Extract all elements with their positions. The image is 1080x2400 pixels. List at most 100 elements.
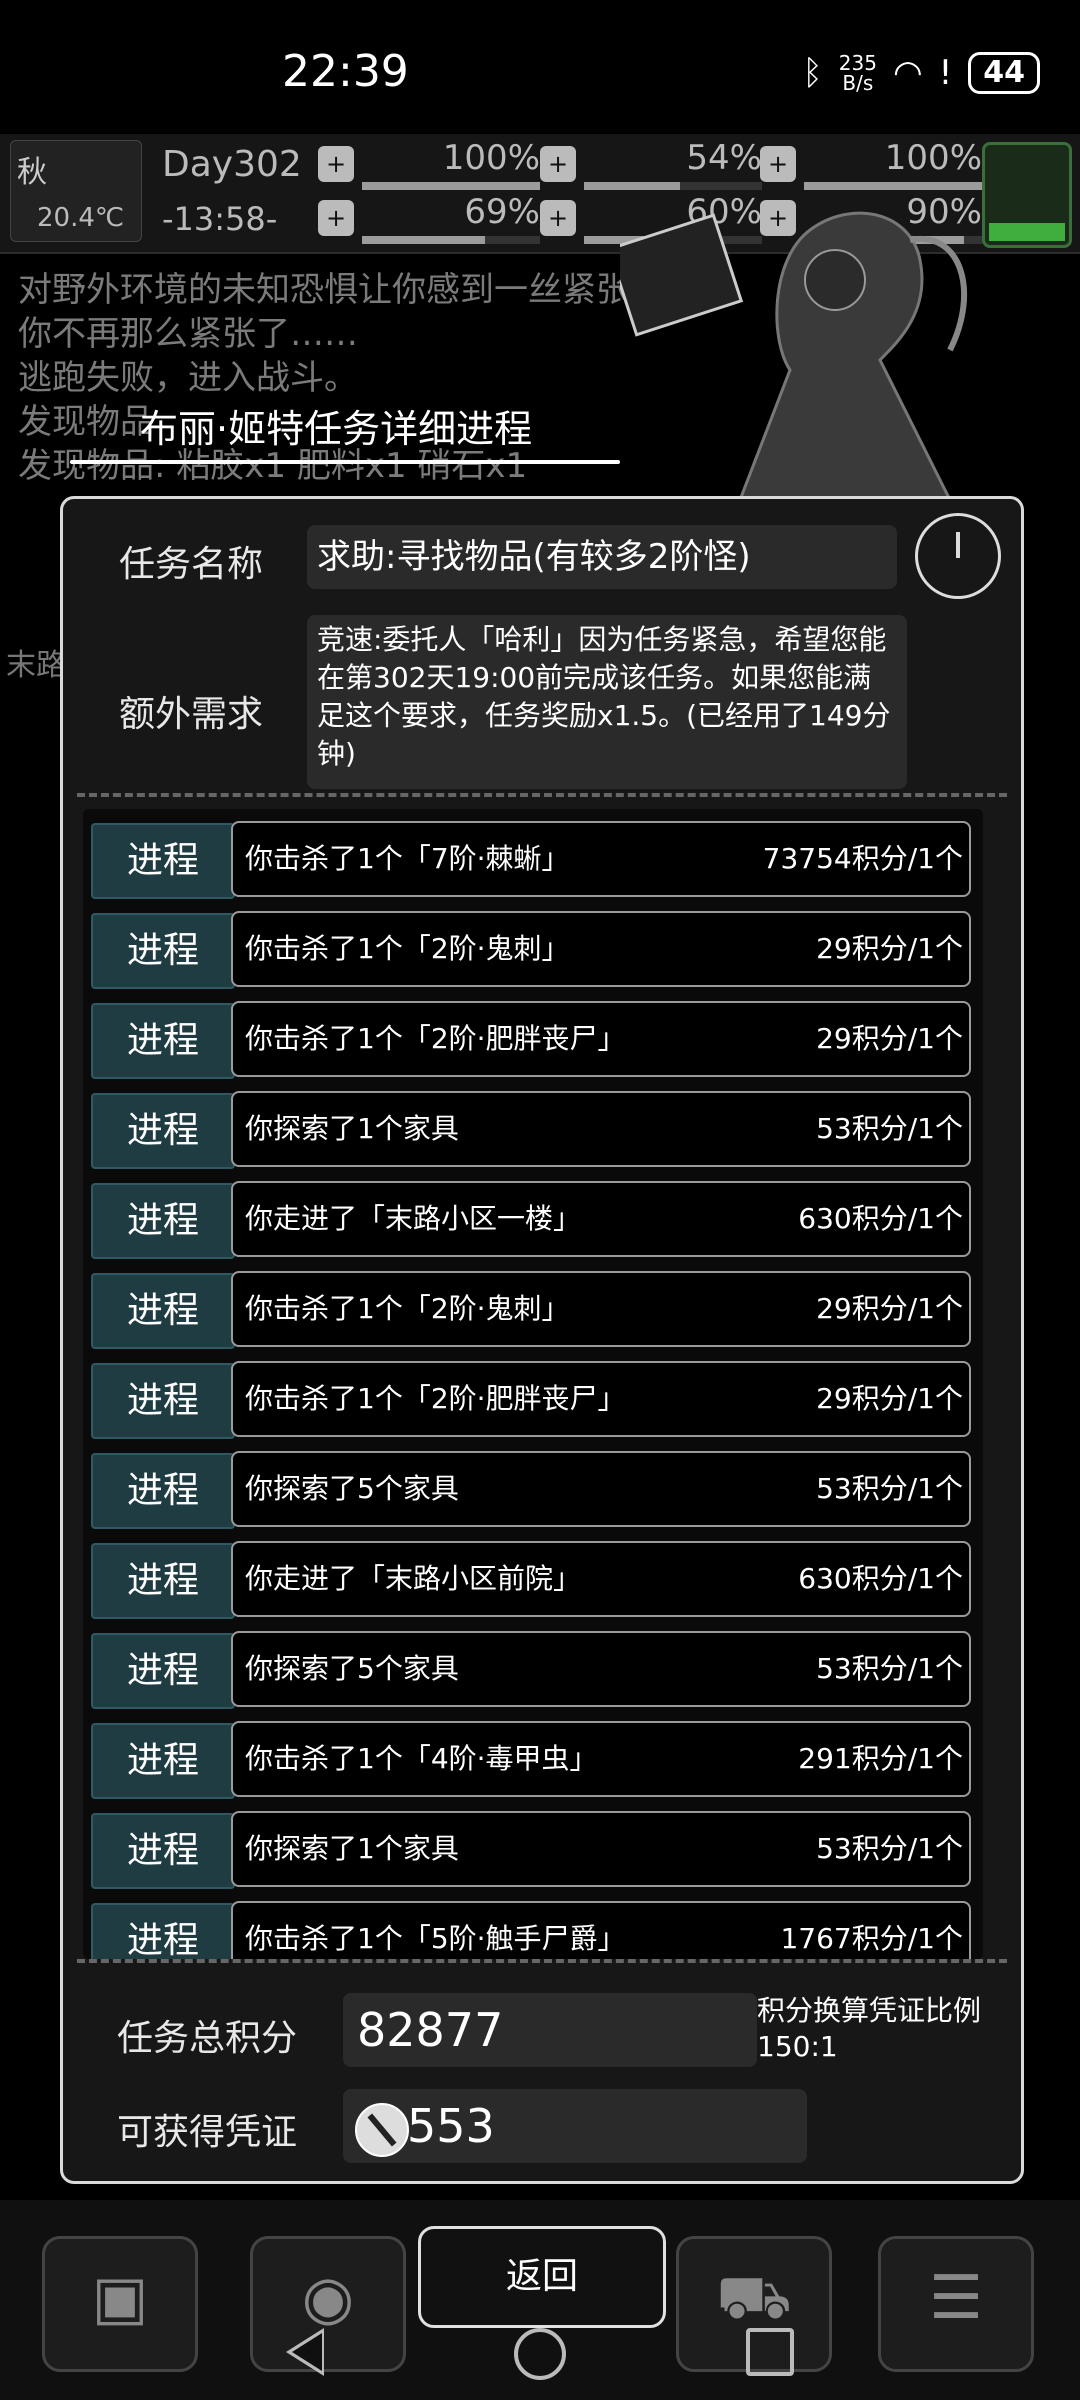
progress-tag: 进程 — [91, 1633, 235, 1709]
progress-score: 53积分/1个 — [816, 1112, 963, 1145]
progress-tag: 进程 — [91, 1453, 235, 1529]
extra-requirement-text: 竞速:委托人「哈利」因为任务紧急，希望您能在第302天19:00前完成该任务。如… — [307, 615, 907, 789]
title-decoration — [70, 460, 620, 464]
season-weather-panel[interactable]: 秋 20.4℃ — [10, 140, 142, 242]
progress-row: 进程 你击杀了1个「2阶·肥胖丧尸」 29积分/1个 — [91, 1361, 971, 1439]
quest-name-value: 求助:寻找物品(有较多2阶怪) — [307, 525, 897, 589]
conversion-ratio: 积分换算凭证比例 150:1 — [757, 1994, 982, 2063]
voucher-coin-icon — [355, 2103, 409, 2157]
leg-icon: + — [318, 200, 354, 236]
progress-entry: 你击杀了1个「2阶·肥胖丧尸」 29积分/1个 — [231, 1001, 971, 1077]
system-nav-bar — [0, 2316, 1080, 2400]
temperature-label: 20.4℃ — [37, 203, 125, 233]
progress-row: 进程 你击杀了1个「2阶·鬼刺」 29积分/1个 — [91, 911, 971, 989]
bluetooth-icon: ᛒ — [802, 53, 823, 93]
progress-row: 进程 你探索了5个家具 53积分/1个 — [91, 1451, 971, 1529]
progress-description: 你探索了5个家具 — [245, 1652, 459, 1685]
progress-score: 53积分/1个 — [816, 1472, 963, 1505]
progress-list[interactable]: 进程 你击杀了1个「7阶·棘蜥」 73754积分/1个 进程 你击杀了1个「2阶·鬼刺」… — [83, 809, 983, 1959]
progress-row: 进程 你走进了「末路小区前院」 630积分/1个 — [91, 1541, 971, 1619]
network-speed: 235 B/s — [838, 51, 877, 95]
progress-score: 630积分/1个 — [798, 1202, 963, 1235]
progress-tag: 进程 — [91, 1093, 235, 1169]
progress-description: 你击杀了1个「4阶·毒甲虫」 — [245, 1742, 598, 1775]
progress-score: 29积分/1个 — [816, 1382, 963, 1415]
water-drop-icon: + — [540, 200, 576, 236]
progress-score: 1767积分/1个 — [780, 1922, 963, 1955]
quest-detail-dialog: 任务名称 求助:寻找物品(有较多2阶怪) 额外需求 竞速:委托人「哈利」因为任务… — [60, 496, 1024, 2184]
progress-tag: 进程 — [91, 1903, 235, 1959]
progress-row: 进程 你击杀了1个「2阶·肥胖丧尸」 29积分/1个 — [91, 1001, 971, 1079]
progress-score: 53积分/1个 — [816, 1652, 963, 1685]
progress-entry: 你击杀了1个「5阶·触手尸爵」 1767积分/1个 — [231, 1901, 971, 1959]
progress-row: 进程 你击杀了1个「2阶·鬼刺」 29积分/1个 — [91, 1271, 971, 1349]
hud-stat-value: 100% — [442, 138, 540, 178]
status-time: 22:39 — [282, 46, 409, 97]
hud-stat-bar — [362, 236, 540, 244]
dialog-title: 布丽·姬特任务详细进程 — [140, 407, 533, 451]
progress-entry: 你探索了1个家具 53积分/1个 — [231, 1811, 971, 1887]
dialog-title-bar: 布丽·姬特任务详细进程 — [60, 398, 620, 478]
progress-description: 你击杀了1个「2阶·肥胖丧尸」 — [245, 1022, 626, 1055]
hud-stat[interactable]: +100% — [318, 138, 548, 192]
medkit-icon: + — [318, 146, 354, 182]
progress-score: 73754积分/1个 — [762, 842, 963, 875]
character-portrait — [620, 211, 967, 500]
progress-entry: 你击杀了1个「7阶·棘蜥」 73754积分/1个 — [231, 821, 971, 897]
nav-home-icon[interactable] — [514, 2328, 566, 2380]
progress-entry: 你击杀了1个「2阶·鬼刺」 29积分/1个 — [231, 911, 971, 987]
progress-description: 你击杀了1个「2阶·鬼刺」 — [245, 932, 570, 965]
back-button[interactable]: 返回 — [418, 2226, 666, 2328]
progress-score: 29积分/1个 — [816, 1022, 963, 1055]
hud-stat[interactable]: +54% — [540, 138, 770, 192]
clock-label: -13:58- — [162, 200, 278, 238]
nav-recent-icon[interactable] — [746, 2328, 794, 2376]
stomach-icon: + — [540, 146, 576, 182]
nav-back-icon[interactable] — [286, 2328, 324, 2376]
progress-tag: 进程 — [91, 913, 235, 989]
extra-requirement-label: 额外需求 — [119, 694, 264, 735]
progress-score: 291积分/1个 — [798, 1742, 963, 1775]
progress-description: 你走进了「末路小区一楼」 — [245, 1202, 582, 1235]
hud-stat-value: 69% — [464, 192, 540, 232]
hud-stat-bar — [804, 182, 982, 190]
progress-entry: 你探索了1个家具 53积分/1个 — [231, 1091, 971, 1167]
hud-stat-value: 100% — [884, 138, 982, 178]
progress-row: 进程 你探索了5个家具 53积分/1个 — [91, 1631, 971, 1709]
progress-entry: 你击杀了1个「4阶·毒甲虫」 291积分/1个 — [231, 1721, 971, 1797]
progress-entry: 你探索了5个家具 53积分/1个 — [231, 1451, 971, 1527]
progress-description: 你走进了「末路小区前院」 — [245, 1562, 582, 1595]
progress-tag: 进程 — [91, 1543, 235, 1619]
progress-row: 进程 你击杀了1个「5阶·触手尸爵」 1767积分/1个 — [91, 1901, 971, 1959]
status-icons: ᛒ 235 B/s ◠ ! 44 — [802, 52, 1040, 94]
progress-description: 你击杀了1个「5阶·触手尸爵」 — [245, 1922, 626, 1955]
hud-stat-value: 54% — [686, 138, 762, 178]
progress-description: 你探索了5个家具 — [245, 1472, 459, 1505]
mood-icon: + — [760, 146, 796, 182]
hud-stat[interactable]: +100% — [760, 138, 990, 192]
wifi-icon: ◠ — [892, 53, 923, 93]
progress-score: 29积分/1个 — [816, 1292, 963, 1325]
side-location-tag: 末路 — [6, 648, 66, 683]
progress-tag: 进程 — [91, 1363, 235, 1439]
progress-description: 你击杀了1个「2阶·肥胖丧尸」 — [245, 1382, 626, 1415]
progress-tag: 进程 — [91, 823, 235, 899]
progress-tag: 进程 — [91, 1183, 235, 1259]
progress-description: 你击杀了1个「7阶·棘蜥」 — [245, 842, 570, 875]
progress-row: 进程 你探索了1个家具 53积分/1个 — [91, 1091, 971, 1169]
status-bar: 22:39 ᛒ 235 B/s ◠ ! 44 — [0, 0, 1080, 130]
progress-row: 进程 你走进了「末路小区一楼」 630积分/1个 — [91, 1181, 971, 1259]
progress-entry: 你击杀了1个「2阶·鬼刺」 29积分/1个 — [231, 1271, 971, 1347]
progress-entry: 你走进了「末路小区一楼」 630积分/1个 — [231, 1181, 971, 1257]
progress-tag: 进程 — [91, 1723, 235, 1799]
hud-stat[interactable]: +69% — [318, 192, 548, 246]
voucher-value: 553 — [343, 2089, 807, 2163]
progress-description: 你探索了1个家具 — [245, 1832, 459, 1865]
progress-entry: 你击杀了1个「2阶·肥胖丧尸」 29积分/1个 — [231, 1361, 971, 1437]
hud-stat-bar — [362, 182, 540, 190]
stopwatch-icon — [915, 513, 1001, 599]
day-label: Day302 — [162, 144, 302, 185]
season-label: 秋 — [17, 155, 47, 190]
progress-tag: 进程 — [91, 1813, 235, 1889]
progress-description: 你击杀了1个「2阶·鬼刺」 — [245, 1292, 570, 1325]
